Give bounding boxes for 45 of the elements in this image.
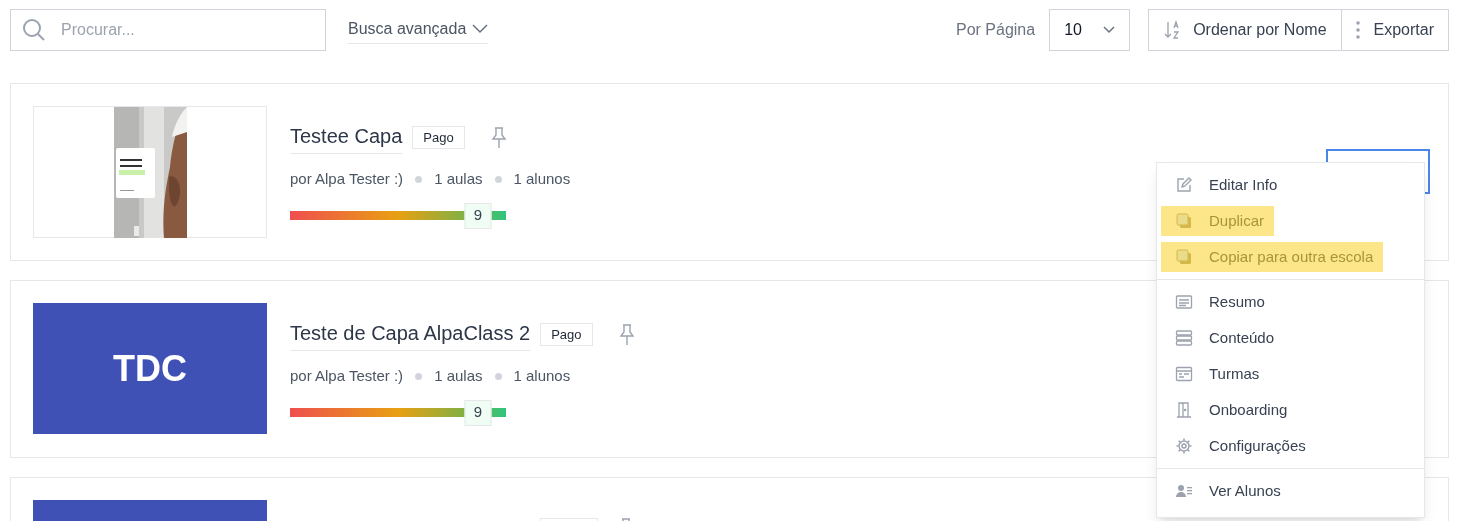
dot-separator <box>415 372 423 380</box>
more-vertical-icon <box>1355 21 1360 39</box>
search-field[interactable]: Procurar... <box>10 9 326 51</box>
menu-item[interactable]: Onboarding <box>1161 395 1298 425</box>
document-icon <box>1175 293 1193 311</box>
pin-icon[interactable] <box>618 323 635 346</box>
score-value: 9 <box>464 202 492 229</box>
lessons-count: 1 aulas <box>434 366 483 386</box>
pencil-icon <box>1175 176 1193 194</box>
pin-icon[interactable] <box>490 126 507 149</box>
chevron-down-icon <box>1103 26 1116 34</box>
menu-item[interactable]: Configurações <box>1161 431 1316 461</box>
chevron-down-icon <box>472 23 489 34</box>
lessons-count: 1 aulas <box>434 169 483 189</box>
students-count: 1 alunos <box>513 169 571 189</box>
author-text: por Alpa Tester :) <box>290 169 404 189</box>
menu-item[interactable]: Editar Info <box>1161 170 1288 200</box>
calendar-icon <box>1175 365 1193 383</box>
list-icon <box>1175 329 1193 347</box>
students-count: 1 alunos <box>513 366 571 386</box>
course-title[interactable]: Teste de Capa AlpaClass 2 <box>290 318 531 351</box>
status-tag: Pago <box>540 322 593 347</box>
copy-icon <box>1175 212 1193 230</box>
sort-button[interactable]: Ordenar por Nome <box>1148 9 1342 51</box>
dot-separator <box>494 372 502 380</box>
door-icon <box>1175 401 1193 419</box>
course-title[interactable]: Testee Capa <box>290 121 403 154</box>
per-page-select[interactable]: 10 <box>1049 9 1131 51</box>
menu-item[interactable]: Ver Alunos <box>1161 476 1291 506</box>
per-page-label: Por Página <box>955 20 1036 40</box>
dot-separator <box>494 175 502 183</box>
advanced-search-dropdown[interactable]: Busca avançada <box>348 16 489 44</box>
settings-icon <box>1175 437 1193 455</box>
menu-item[interactable]: Turmas <box>1161 359 1270 389</box>
dot-separator <box>415 175 423 183</box>
menu-item[interactable]: Conteúdo <box>1161 323 1285 353</box>
menu-item[interactable]: Resumo <box>1161 287 1275 317</box>
search-icon <box>22 18 46 42</box>
export-button[interactable]: Exportar <box>1341 9 1449 51</box>
copy-icon <box>1175 248 1193 266</box>
status-tag: Pago <box>412 125 465 150</box>
users-icon <box>1175 482 1193 500</box>
score-value: 9 <box>464 399 492 426</box>
thumbnail-initials: TDC <box>113 346 187 391</box>
author-text: por Alpa Tester :) <box>290 366 404 386</box>
